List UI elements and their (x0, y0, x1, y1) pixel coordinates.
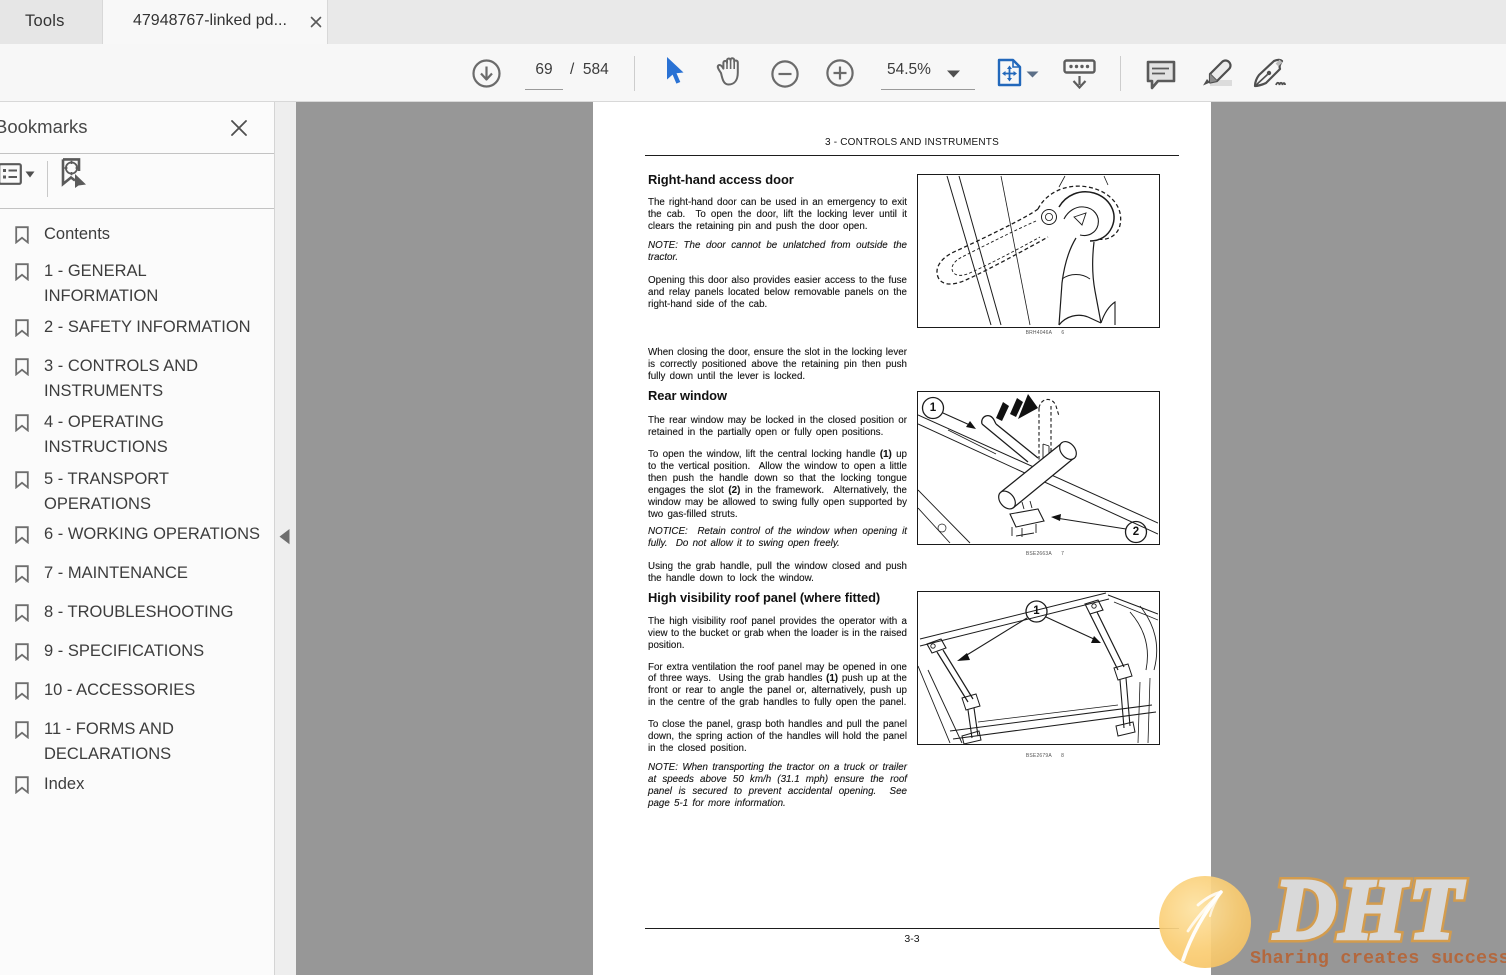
svg-text:DHT: DHT (1273, 861, 1465, 957)
